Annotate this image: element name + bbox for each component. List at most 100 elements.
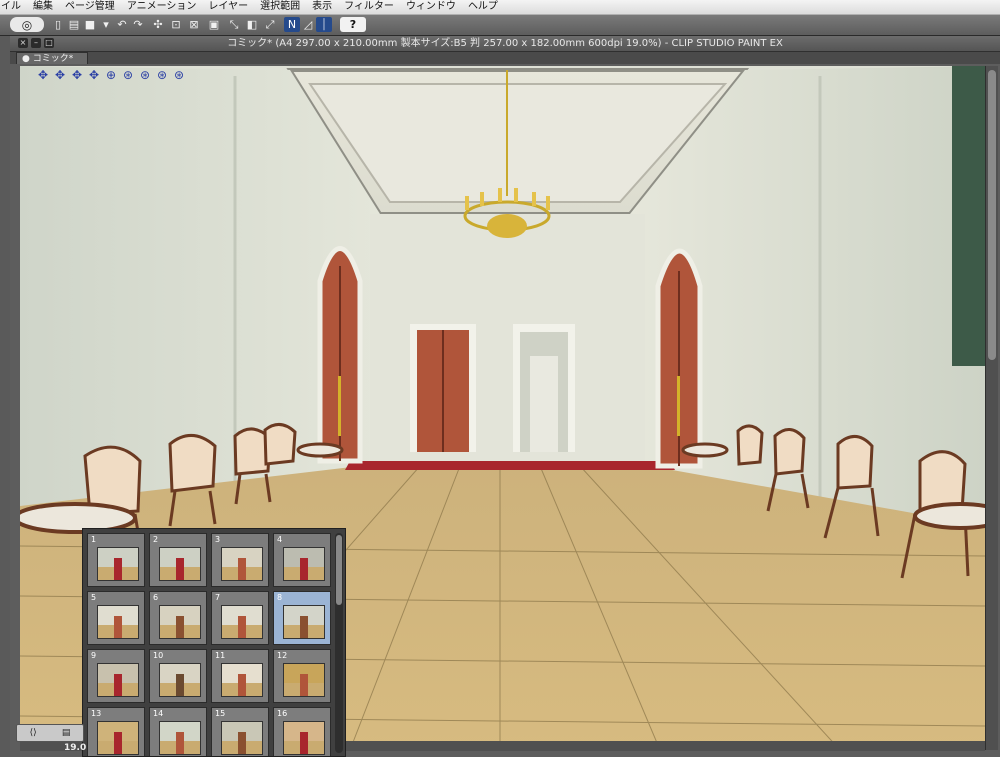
page-thumbnail[interactable]: 9	[87, 649, 145, 703]
settings-icon[interactable]: ⊛	[172, 68, 186, 82]
page-preview-image	[283, 605, 325, 639]
new-file-icon[interactable]: ▯	[50, 17, 66, 32]
page-thumbnail[interactable]: 3	[211, 533, 269, 587]
expand-icon[interactable]: ⤢	[262, 17, 278, 32]
page-thumbnail[interactable]: 12	[273, 649, 331, 703]
snap-special-ruler-icon[interactable]: ◿	[300, 17, 316, 32]
page-preview-image	[97, 663, 139, 697]
page-number: 3	[215, 535, 221, 544]
zoom-level: 19.0	[64, 743, 87, 753]
page-number: 6	[153, 593, 159, 602]
page-thumbnail[interactable]: 11	[211, 649, 269, 703]
page-thumbnail[interactable]: 4	[273, 533, 331, 587]
document-tab-label: コミック*	[32, 54, 74, 64]
menu-filter[interactable]: フィルター	[344, 0, 394, 14]
page-number: 16	[277, 709, 288, 718]
page-thumbnail[interactable]: 7	[211, 591, 269, 645]
page-number: 10	[153, 651, 164, 660]
transform-icon[interactable]: ⤡	[226, 17, 242, 32]
page-preview-image	[159, 663, 201, 697]
page-thumbnail[interactable]: 14	[149, 707, 207, 756]
erase-icon[interactable]: ✣	[150, 17, 166, 32]
page-preview-image	[97, 547, 139, 581]
page-thumbnail[interactable]: 5	[87, 591, 145, 645]
fill-icon[interactable]: ◧	[244, 17, 260, 32]
invert-selection-icon[interactable]: ▣	[206, 17, 222, 32]
page-preview-image	[283, 663, 325, 697]
page-number: 11	[215, 651, 226, 660]
page-number: 7	[215, 593, 221, 602]
page-number: 14	[153, 709, 164, 718]
page-thumbnail[interactable]: 6	[149, 591, 207, 645]
clip-studio-logo-icon[interactable]: ◎	[10, 17, 44, 32]
page-preview-image	[221, 663, 263, 697]
page-number: 13	[91, 709, 102, 718]
page-manager-scroll-thumb[interactable]	[336, 535, 342, 605]
rotate-left-icon[interactable]: ✥	[36, 68, 50, 82]
page-thumbnail[interactable]: 13	[87, 707, 145, 756]
page-thumbnail[interactable]: 8	[273, 591, 331, 645]
menu-file[interactable]: イル	[1, 0, 21, 14]
page-preview-image	[283, 721, 325, 755]
document-tab-bar: ● コミック*	[10, 52, 1000, 64]
open-file-icon[interactable]: ▤	[66, 17, 82, 32]
page-number: 1	[91, 535, 97, 544]
page-number: 2	[153, 535, 159, 544]
menu-window[interactable]: ウィンドウ	[406, 0, 456, 14]
page-icon[interactable]: ▤	[62, 728, 71, 738]
page-preview-image	[221, 605, 263, 639]
menu-help[interactable]: ヘルプ	[468, 0, 498, 14]
page-preview-image	[159, 721, 201, 755]
undo-icon[interactable]: ↶	[114, 17, 130, 32]
help-button[interactable]: ?	[340, 17, 366, 32]
save-icon[interactable]: ■	[82, 17, 98, 32]
page-thumbnail[interactable]: 16	[273, 707, 331, 756]
page-preview-image	[97, 605, 139, 639]
crop-icon[interactable]: ⊠	[186, 17, 202, 32]
page-number: 9	[91, 651, 97, 660]
command-bar: ◎ ▯ ▤ ■ ▾ ↶ ↷ ✣ ⊡ ⊠ ▣ ⤡ ◧ ⤢ N ◿ ⏐ ?	[0, 15, 1000, 36]
menu-edit[interactable]: 編集	[33, 0, 53, 14]
camera-icon[interactable]: ⊕	[104, 68, 118, 82]
snap-ruler-icon[interactable]: N	[284, 17, 300, 32]
canvas-navigation-icons: ✥ ✥ ✥ ✥ ⊕ ⊛ ⊛ ⊛ ⊛	[36, 68, 186, 82]
redo-icon[interactable]: ↷	[130, 17, 146, 32]
page-thumbnail-grid: 1 2 3 4 5 6 7 8 9 10 11 12 13 14 15 16	[87, 533, 333, 756]
view-icon[interactable]: ⊛	[138, 68, 152, 82]
page-thumbnail[interactable]: 10	[149, 649, 207, 703]
dropdown-icon[interactable]: ▾	[98, 17, 114, 32]
page-number: 8	[277, 593, 283, 602]
page-thumbnail[interactable]: 2	[149, 533, 207, 587]
menu-animation[interactable]: アニメーション	[127, 0, 197, 14]
page-preview-image	[159, 605, 201, 639]
vertical-scrollbar[interactable]	[985, 66, 998, 750]
page-thumbnail[interactable]: 1	[87, 533, 145, 587]
menu-layer[interactable]: レイヤー	[208, 0, 248, 14]
page-number: 15	[215, 709, 226, 718]
menu-selection[interactable]: 選択範囲	[260, 0, 300, 14]
light-icon[interactable]: ⊛	[155, 68, 169, 82]
page-preview-image	[283, 547, 325, 581]
document-title-bar: × – □ コミック* (A4 297.00 x 210.00mm 製本サイズ:…	[10, 36, 1000, 52]
zoom-icon[interactable]: ⊛	[121, 68, 135, 82]
page-manager-panel: 1 2 3 4 5 6 7 8 9 10 11 12 13 14 15 16	[82, 528, 346, 757]
document-tab[interactable]: ● コミック*	[16, 52, 88, 64]
menu-bar: イル 編集 ページ管理 アニメーション レイヤー 選択範囲 表示 フィルター ウ…	[0, 0, 1000, 15]
page-preview-image	[221, 721, 263, 755]
expand-icon[interactable]: ⟨⟩	[30, 728, 37, 738]
move-icon[interactable]: ✥	[53, 68, 67, 82]
page-preview-image	[221, 547, 263, 581]
vertical-scroll-thumb[interactable]	[988, 70, 996, 360]
page-number: 4	[277, 535, 283, 544]
rotate-icon[interactable]: ✥	[70, 68, 84, 82]
pan-icon[interactable]: ✥	[87, 68, 101, 82]
page-preview-image	[159, 547, 201, 581]
menu-view[interactable]: 表示	[312, 0, 332, 14]
snap-grid-icon[interactable]: ⏐	[316, 17, 332, 32]
page-manager-scrollbar[interactable]	[335, 533, 343, 753]
clear-selection-icon[interactable]: ⊡	[168, 17, 184, 32]
page-thumbnail[interactable]: 15	[211, 707, 269, 756]
menu-page-management[interactable]: ページ管理	[65, 0, 115, 14]
page-number: 5	[91, 593, 97, 602]
window-title: コミック* (A4 297.00 x 210.00mm 製本サイズ:B5 判 2…	[227, 38, 783, 49]
